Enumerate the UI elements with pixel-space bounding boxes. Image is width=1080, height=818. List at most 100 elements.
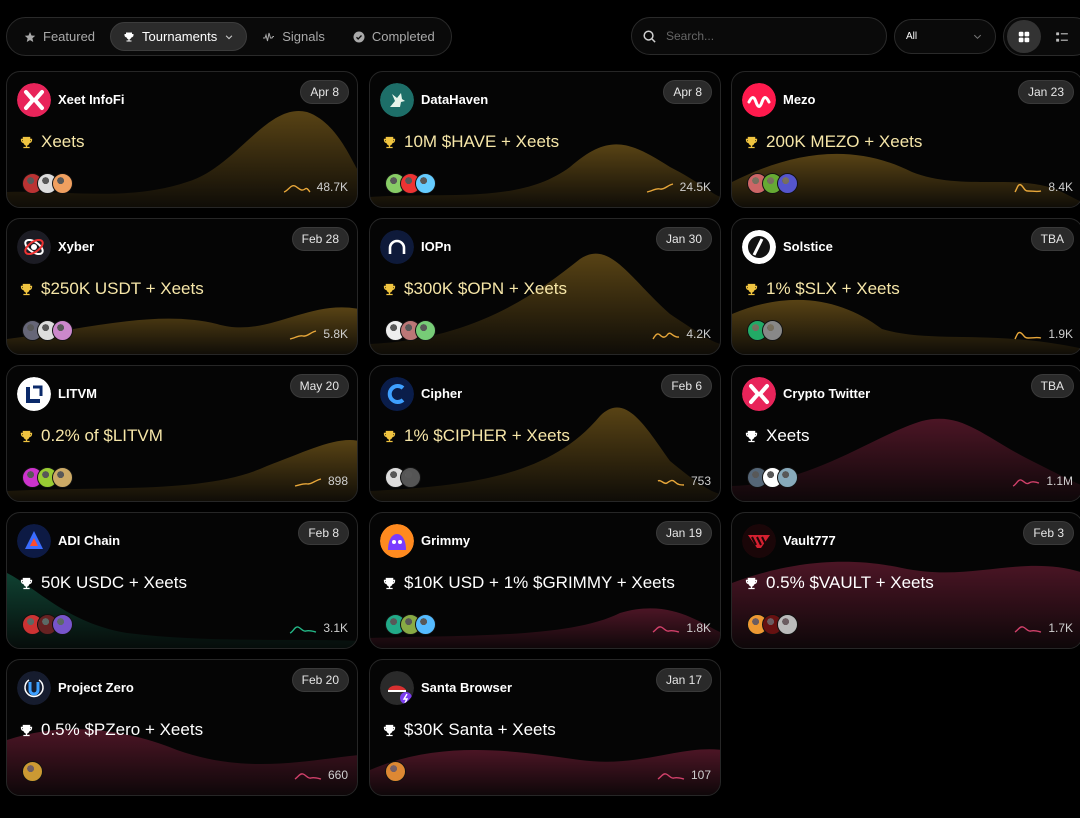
grid-icon bbox=[1018, 31, 1030, 42]
signal-wave-icon bbox=[263, 32, 275, 41]
tournament-card[interactable]: Cipher Feb 6 1% $CIPHER + Xeets 753 bbox=[369, 365, 721, 502]
project-name: Crypto Twitter bbox=[783, 386, 871, 401]
filter-select[interactable]: All bbox=[894, 19, 996, 54]
date-badge: May 20 bbox=[289, 374, 349, 398]
project-name: Vault777 bbox=[783, 533, 836, 548]
tournament-card[interactable]: Santa Browser Jan 17 $30K Santa + Xeets … bbox=[369, 659, 721, 796]
tab-tournaments-label: Tournaments bbox=[142, 29, 218, 44]
prize-label: 0.5% $PZero + Xeets bbox=[41, 720, 204, 739]
prize-label: 1% $CIPHER + Xeets bbox=[404, 426, 570, 445]
prize-label: 200K MEZO + Xeets bbox=[766, 132, 923, 151]
activity-count: 1.1M bbox=[1046, 473, 1073, 488]
activity-stat: 48.7K bbox=[283, 179, 348, 194]
search-box[interactable] bbox=[631, 17, 887, 55]
participant-avatar bbox=[777, 173, 798, 194]
tournament-card[interactable]: Project Zero Feb 20 0.5% $PZero + Xeets … bbox=[6, 659, 358, 796]
prize-label: 0.2% of $LITVM bbox=[41, 426, 163, 445]
tournament-card[interactable]: IOPn Jan 30 $300K $OPN + Xeets 4.2K bbox=[369, 218, 721, 355]
chevron-down-icon bbox=[225, 34, 233, 39]
tournament-card[interactable]: DataHaven Apr 8 10M $HAVE + Xeets 24.5K bbox=[369, 71, 721, 208]
participant-avatar bbox=[22, 761, 43, 782]
date-badge: Jan 30 bbox=[655, 227, 712, 251]
participant-avatar bbox=[415, 173, 436, 194]
tournament-card[interactable]: LITVM May 20 0.2% of $LITVM 898 bbox=[6, 365, 358, 502]
tab-completed-label: Completed bbox=[371, 29, 435, 44]
prize-label: 50K USDC + Xeets bbox=[41, 573, 187, 592]
tournament-card[interactable]: Crypto Twitter TBA Xeets 1.1M bbox=[731, 365, 1080, 502]
activity-count: 4.2K bbox=[686, 326, 711, 341]
sparkline-icon bbox=[1014, 331, 1042, 340]
tournament-card[interactable]: Grimmy Jan 19 $10K USD + 1% $GRIMMY + Xe… bbox=[369, 512, 721, 649]
sparkline-icon bbox=[652, 626, 680, 633]
participant-avatars bbox=[385, 173, 436, 194]
participant-avatar bbox=[777, 467, 798, 488]
crypto-twitter-logo-icon bbox=[742, 377, 776, 411]
prize-label: Xeets bbox=[766, 426, 810, 445]
list-icon bbox=[1056, 31, 1068, 42]
activity-count: 107 bbox=[690, 767, 711, 782]
tournament-card[interactable]: Mezo Jan 23 200K MEZO + Xeets 8.4K bbox=[731, 71, 1080, 208]
cipher-logo-icon bbox=[380, 377, 414, 411]
date-badge: Apr 8 bbox=[663, 80, 712, 104]
adi-chain-logo-icon bbox=[17, 524, 51, 558]
sparkline-icon bbox=[1014, 626, 1042, 633]
prize: $300K $OPN + Xeets bbox=[382, 279, 567, 299]
activity-stat: 1.8K bbox=[652, 620, 711, 635]
list-view-button[interactable] bbox=[1045, 20, 1079, 53]
activity-stat: 4.2K bbox=[652, 326, 711, 341]
date-badge: Feb 3 bbox=[1023, 521, 1074, 545]
activity-stat: 660 bbox=[294, 767, 348, 782]
prize: $250K USDT + Xeets bbox=[19, 279, 204, 299]
prize: 50K USDC + Xeets bbox=[19, 573, 187, 593]
tournament-card[interactable]: Xyber Feb 28 $250K USDT + Xeets 5.8K bbox=[6, 218, 358, 355]
xeet-logo-icon bbox=[17, 83, 51, 117]
prize: 0.5% $PZero + Xeets bbox=[19, 720, 203, 740]
trophy-icon bbox=[383, 283, 396, 295]
trophy-icon bbox=[20, 136, 33, 148]
view-toggle bbox=[1003, 17, 1080, 56]
activity-count: 898 bbox=[327, 473, 348, 488]
tournament-card[interactable]: Vault777 Feb 3 0.5% $VAULT + Xeets 1.7K bbox=[731, 512, 1080, 649]
date-badge: TBA bbox=[1030, 227, 1074, 251]
activity-count: 3.1K bbox=[323, 620, 348, 635]
mezo-logo-icon bbox=[742, 83, 776, 117]
sparkline-icon bbox=[646, 183, 673, 193]
participant-avatar bbox=[415, 320, 436, 341]
trophy-icon bbox=[745, 577, 758, 589]
star-icon bbox=[24, 31, 36, 42]
tab-tournaments[interactable]: Tournaments bbox=[110, 22, 248, 51]
grid-view-button[interactable] bbox=[1007, 20, 1041, 53]
xyber-logo-icon bbox=[17, 230, 51, 264]
project-name: Xeet InfoFi bbox=[58, 92, 125, 107]
participant-avatars bbox=[747, 173, 798, 194]
tab-featured[interactable]: Featured bbox=[11, 22, 108, 51]
tab-signals[interactable]: Signals bbox=[249, 22, 338, 51]
participant-avatars bbox=[385, 320, 436, 341]
prize-label: $300K $OPN + Xeets bbox=[404, 279, 568, 298]
participant-avatar bbox=[385, 761, 406, 782]
tournament-card[interactable]: ADI Chain Feb 8 50K USDC + Xeets 3.1K bbox=[6, 512, 358, 649]
trophy-icon bbox=[745, 136, 758, 148]
date-badge: Apr 8 bbox=[300, 80, 349, 104]
iopn-logo-icon bbox=[380, 230, 414, 264]
activity-count: 24.5K bbox=[679, 179, 711, 194]
trophy-icon bbox=[20, 283, 33, 295]
activity-stat: 753 bbox=[657, 473, 711, 488]
tab-completed[interactable]: Completed bbox=[340, 22, 448, 51]
activity-stat: 898 bbox=[294, 473, 348, 488]
project-name: LITVM bbox=[58, 386, 97, 401]
prize-label: $10K USD + 1% $GRIMMY + Xeets bbox=[404, 573, 675, 592]
project-name: Cipher bbox=[421, 386, 463, 401]
activity-count: 1.7K bbox=[1048, 620, 1073, 635]
prize-label: Xeets bbox=[41, 132, 85, 151]
sparkline-icon bbox=[289, 626, 317, 634]
search-input[interactable] bbox=[666, 29, 866, 43]
tournament-card[interactable]: Xeet InfoFi Apr 8 Xeets 48.7K bbox=[6, 71, 358, 208]
activity-stat: 5.8K bbox=[289, 326, 348, 341]
prize: 200K MEZO + Xeets bbox=[744, 132, 922, 152]
project-zero-logo-icon bbox=[17, 671, 51, 705]
activity-count: 48.7K bbox=[316, 179, 348, 194]
participant-avatar bbox=[52, 320, 73, 341]
tournament-card[interactable]: Solstice TBA 1% $SLX + Xeets 1.9K bbox=[731, 218, 1080, 355]
sparkline-icon bbox=[290, 330, 317, 340]
